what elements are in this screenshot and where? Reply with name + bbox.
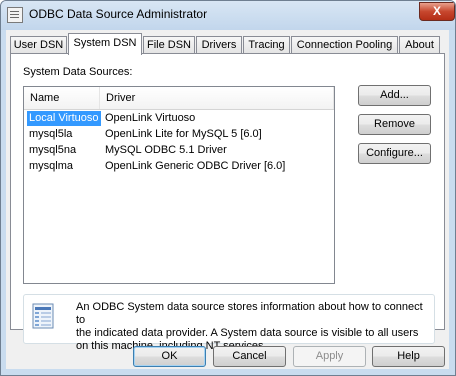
list-item[interactable]: Local Virtuoso OpenLink Virtuoso xyxy=(24,111,334,126)
configure-button[interactable]: Configure... xyxy=(358,143,431,164)
dsn-name: mysql5la xyxy=(29,128,73,140)
list-item[interactable]: mysql5na MySQL ODBC 5.1 Driver xyxy=(24,143,334,158)
dsn-name: Local Virtuoso xyxy=(27,111,101,126)
dsn-driver: OpenLink Lite for MySQL 5 [6.0] xyxy=(105,128,262,140)
tab-tracing[interactable]: Tracing xyxy=(243,36,290,54)
list-item[interactable]: mysql5la OpenLink Lite for MySQL 5 [6.0] xyxy=(24,127,334,142)
ok-button[interactable]: OK xyxy=(133,346,206,367)
tab-user-dsn[interactable]: User DSN xyxy=(10,36,67,54)
data-source-icon xyxy=(32,303,54,329)
remove-button[interactable]: Remove xyxy=(358,114,431,135)
info-line: An ODBC System data source stores inform… xyxy=(76,301,423,326)
tab-about[interactable]: About xyxy=(399,36,440,54)
app-icon xyxy=(7,7,23,23)
info-box: An ODBC System data source stores inform… xyxy=(23,294,435,352)
window-title: ODBC Data Source Administrator xyxy=(29,7,208,21)
dsn-driver: OpenLink Virtuoso xyxy=(105,112,196,124)
tab-connection-pooling[interactable]: Connection Pooling xyxy=(291,36,398,54)
data-source-list[interactable]: Name Driver Local Virtuoso OpenLink Virt… xyxy=(23,86,335,284)
tab-drivers[interactable]: Drivers xyxy=(196,36,242,54)
system-data-sources-label: System Data Sources: xyxy=(23,66,133,78)
dsn-driver: MySQL ODBC 5.1 Driver xyxy=(105,144,227,156)
tab-file-dsn[interactable]: File DSN xyxy=(143,36,195,54)
odbc-admin-window: ODBC Data Source Administrator X User DS… xyxy=(0,0,456,376)
cancel-button[interactable]: Cancel xyxy=(213,346,286,367)
close-button[interactable]: X xyxy=(419,2,455,21)
info-line: the indicated data provider. A System da… xyxy=(76,327,419,339)
apply-button: Apply xyxy=(293,346,366,367)
column-header-driver[interactable]: Driver xyxy=(100,87,334,109)
help-button[interactable]: Help xyxy=(372,346,445,367)
add-button[interactable]: Add... xyxy=(358,85,431,106)
dsn-driver: OpenLink Generic ODBC Driver [6.0] xyxy=(105,160,286,172)
system-dsn-panel: System Data Sources: Name Driver Local V… xyxy=(10,53,445,352)
column-header-name[interactable]: Name xyxy=(24,87,100,109)
dsn-name: mysql5na xyxy=(29,144,77,156)
tab-system-dsn[interactable]: System DSN xyxy=(68,33,142,55)
list-item[interactable]: mysqlma OpenLink Generic ODBC Driver [6.… xyxy=(24,159,334,174)
dsn-name: mysqlma xyxy=(29,160,74,172)
title-bar[interactable]: ODBC Data Source Administrator X xyxy=(1,1,455,30)
dialog-client: User DSN System DSN File DSN Drivers Tra… xyxy=(6,30,449,369)
